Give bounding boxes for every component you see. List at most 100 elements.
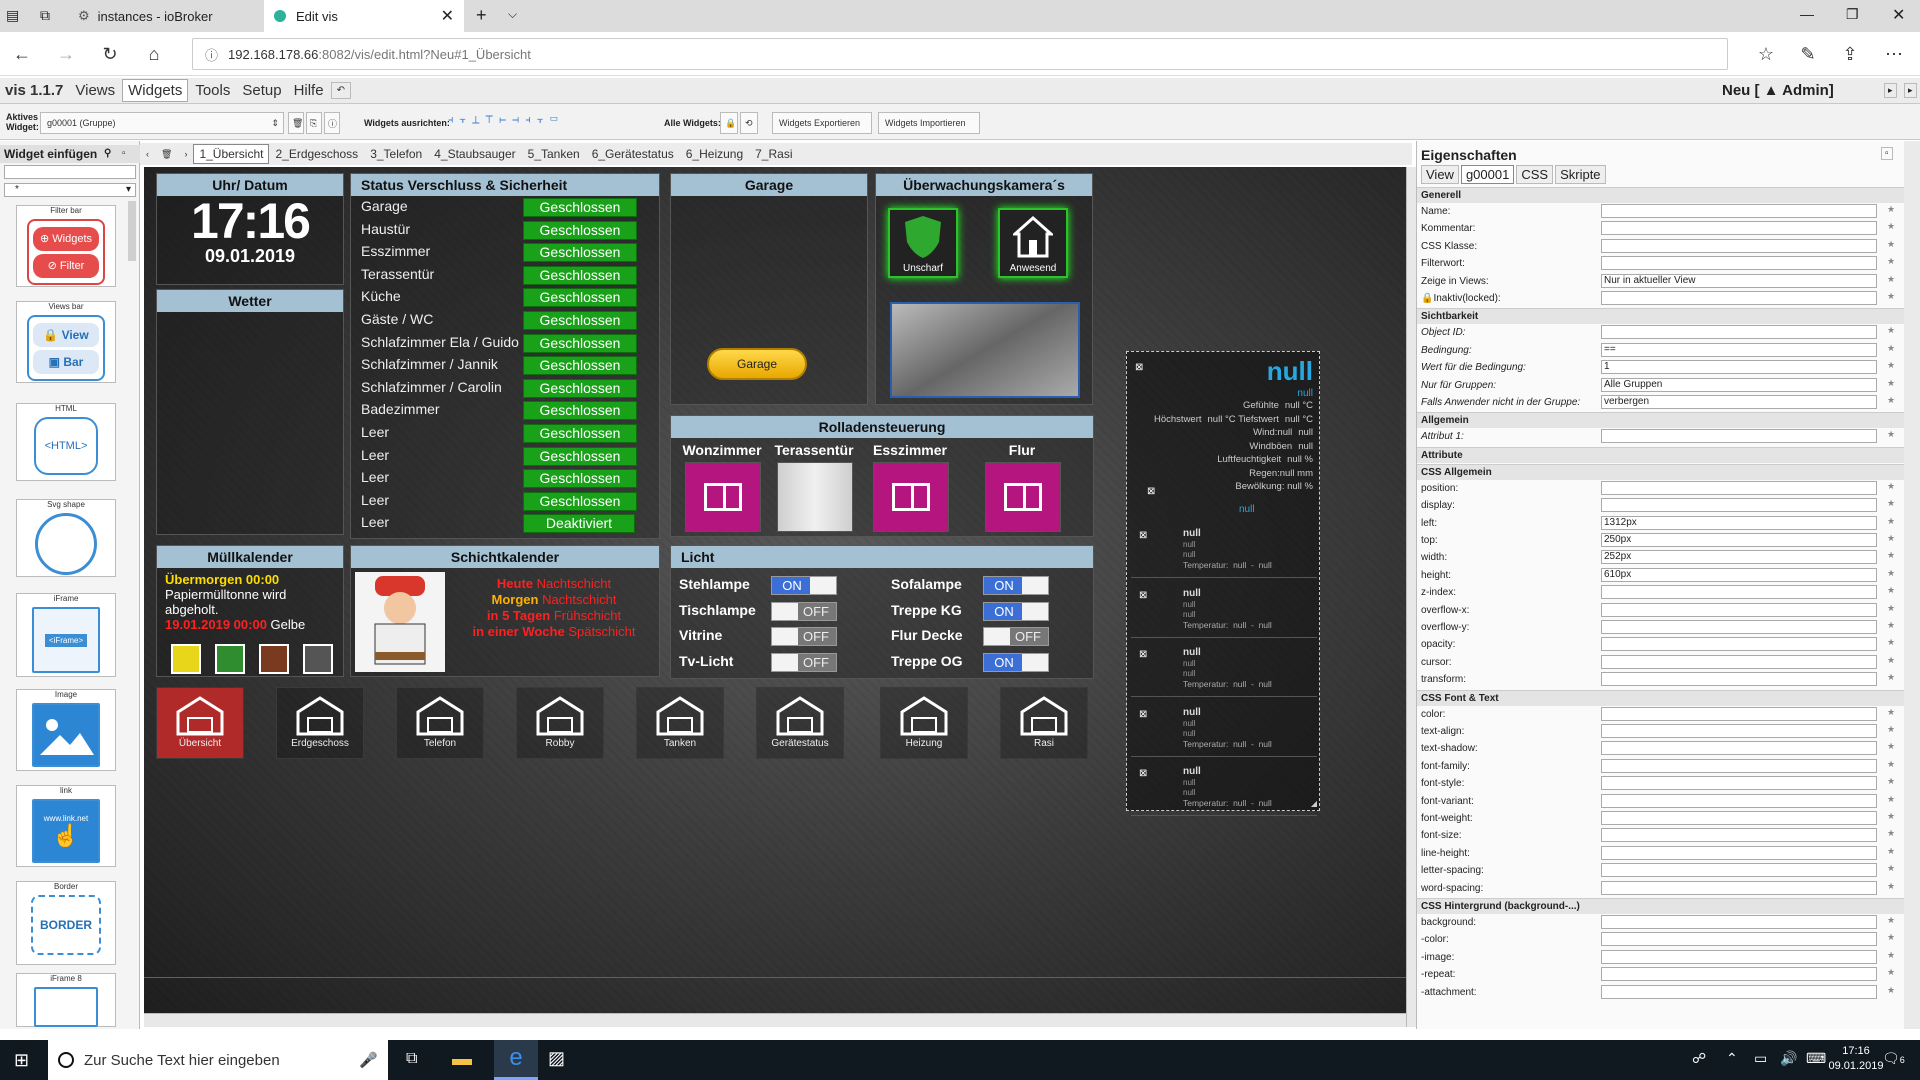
reset-star-icon[interactable]: ★	[1887, 655, 1895, 666]
prop-font-4-input[interactable]	[1601, 776, 1877, 791]
prop-font-2-input[interactable]	[1601, 741, 1877, 756]
prop-bg-3-input[interactable]	[1601, 967, 1877, 982]
delete-widget-icon[interactable]: 🗑	[288, 112, 304, 134]
microphone-icon[interactable]: 🎤	[359, 1051, 378, 1069]
back-icon[interactable]: ←	[6, 38, 38, 70]
reset-star-icon[interactable]: ★	[1887, 950, 1895, 961]
edge-icon[interactable]: e	[494, 1040, 538, 1080]
menu-undo-icon[interactable]: ↶	[330, 82, 351, 99]
widget-card-border[interactable]: Border BORDER	[16, 881, 116, 965]
align-buttons-icon[interactable]: ⫞⫟⊥⊤⊢⊣⫞⫟▭	[448, 114, 644, 132]
menu-widgets[interactable]: Widgets	[122, 79, 189, 102]
lock-all-icon[interactable]: 🔒	[720, 112, 738, 134]
vis-canvas[interactable]: Uhr/ Datum 17:16 09.01.2019 Wetter Statu…	[144, 167, 1408, 1027]
prop-bg-1-input[interactable]	[1601, 932, 1877, 947]
widget-card-views-bar[interactable]: Views bar 🔒 View ▣ Bar	[16, 301, 116, 383]
refresh-icon[interactable]: ↻	[94, 38, 126, 70]
reset-star-icon[interactable]: ★	[1887, 568, 1895, 579]
weather-widget-selected[interactable]: ⊠ null null Gefühlte null °C Höchstwert nul…	[1126, 351, 1320, 816]
nav-button-erdgeschoss[interactable]: Erdgeschoss	[276, 687, 364, 759]
canvas-vscrollbar[interactable]	[1406, 167, 1416, 1027]
prop-gen-1-input[interactable]	[1601, 221, 1877, 236]
reset-star-icon[interactable]: ★	[1887, 585, 1895, 596]
widget-card-filter-bar[interactable]: Filter bar ⊕ Widgets ⊘ Filter	[16, 205, 116, 287]
windows-start-icon[interactable]: ⊞	[14, 1050, 29, 1071]
tab-actions-icon[interactable]: ▤	[6, 7, 19, 24]
import-widgets-button[interactable]: Widgets Importieren	[878, 112, 980, 134]
widget-card-image[interactable]: Image	[16, 689, 116, 771]
palette-filter-select[interactable]: * ▾	[4, 183, 136, 197]
day-close-icon[interactable]: ⊠	[1139, 709, 1147, 720]
light-toggle[interactable]: ON	[983, 576, 1049, 595]
tab-5-tanken[interactable]: 5_Tanken	[522, 144, 586, 164]
reset-star-icon[interactable]: ★	[1887, 603, 1895, 614]
clock-panel[interactable]: Uhr/ Datum 17:16 09.01.2019	[156, 173, 344, 285]
close-tab-icon[interactable]: ✕	[441, 6, 454, 26]
camera-panel[interactable]: Überwachungskamera´s Unscharf Anwesend	[875, 173, 1093, 405]
tab-1-uebersicht[interactable]: 1_Übersicht	[193, 144, 270, 164]
canvas-hscrollbar[interactable]	[144, 1013, 1408, 1027]
palette-collapse-icon[interactable]: ▫	[122, 145, 126, 163]
prop-sicht-0-input[interactable]	[1601, 325, 1877, 340]
props-collapse-icon[interactable]: ▫	[1881, 147, 1893, 160]
reset-star-icon[interactable]: ★	[1887, 533, 1895, 544]
menu-expand-icon[interactable]: ▸	[1904, 83, 1917, 98]
light-toggle[interactable]: ON	[771, 576, 837, 595]
reset-star-icon[interactable]: ★	[1887, 863, 1895, 874]
reset-star-icon[interactable]: ★	[1887, 932, 1895, 943]
prop-font-0-input[interactable]	[1601, 706, 1877, 721]
prop-attr1-input[interactable]	[1601, 429, 1877, 444]
rollo-window-button[interactable]	[985, 462, 1061, 532]
reset-star-icon[interactable]: ★	[1887, 256, 1895, 267]
tray-chevron-icon[interactable]: ⌃	[1726, 1050, 1738, 1067]
props-scrollbar[interactable]	[1904, 141, 1920, 1029]
prop-gen-4-input[interactable]: Nur in aktueller View	[1601, 273, 1877, 288]
photos-icon[interactable]: ▨	[548, 1048, 565, 1069]
day-close-icon[interactable]: ⊠	[1139, 590, 1147, 601]
light-toggle[interactable]: ON	[983, 601, 1049, 621]
window-close-icon[interactable]: ✕	[1892, 5, 1905, 25]
prop-css-2-input[interactable]: 1312px	[1601, 515, 1877, 530]
tab-7-rasi[interactable]: 7_Rasi	[749, 144, 798, 164]
weather-panel[interactable]: Wetter	[156, 289, 344, 535]
props-tab-skripte[interactable]: Skripte	[1555, 165, 1606, 184]
garage-button[interactable]: Garage	[707, 348, 807, 380]
unscharf-button[interactable]: Unscharf	[888, 208, 958, 278]
reset-star-icon[interactable]: ★	[1887, 274, 1895, 285]
light-toggle[interactable]: ON	[983, 652, 1049, 672]
prop-font-9-input[interactable]	[1601, 863, 1877, 878]
prop-css-0-input[interactable]	[1601, 480, 1877, 495]
reset-star-icon[interactable]: ★	[1887, 776, 1895, 787]
reset-star-icon[interactable]: ★	[1887, 620, 1895, 631]
reset-star-icon[interactable]: ★	[1887, 707, 1895, 718]
garage-panel[interactable]: Garage Garage	[670, 173, 868, 405]
reset-star-icon[interactable]: ★	[1887, 672, 1895, 683]
reset-star-icon[interactable]: ★	[1887, 794, 1895, 805]
prop-font-6-input[interactable]	[1601, 811, 1877, 825]
tab-4-staubsauger[interactable]: 4_Staubsauger	[428, 144, 521, 164]
weather-mid-close-icon[interactable]: ⊠	[1147, 486, 1155, 497]
menu-tools[interactable]: Tools	[190, 80, 235, 101]
reset-star-icon[interactable]: ★	[1887, 741, 1895, 752]
prop-css-4-input[interactable]: 252px	[1601, 550, 1877, 565]
prop-css-1-input[interactable]	[1601, 498, 1877, 513]
prop-font-3-input[interactable]	[1601, 758, 1877, 773]
minimize-icon[interactable]: —	[1800, 6, 1814, 22]
reset-star-icon[interactable]: ★	[1887, 481, 1895, 492]
reset-star-icon[interactable]: ★	[1887, 360, 1895, 371]
prop-font-5-input[interactable]	[1601, 793, 1877, 808]
address-bar[interactable]: ⓘ 192.168.178.66:8082/vis/edit.html?Neu#…	[192, 38, 1728, 70]
volume-icon[interactable]: 🔊	[1780, 1050, 1797, 1067]
reset-star-icon[interactable]: ★	[1887, 498, 1895, 509]
view-tabs-delete-icon[interactable]: 🗑	[155, 146, 178, 163]
props-tab-css[interactable]: CSS	[1516, 165, 1554, 184]
prop-css-3-input[interactable]: 250px	[1601, 533, 1877, 547]
nav-button-gerätestatus[interactable]: Gerätestatus	[756, 687, 844, 759]
prop-sicht-2-input[interactable]: 1	[1601, 360, 1877, 375]
reset-star-icon[interactable]: ★	[1887, 550, 1895, 561]
prop-sicht-1-input[interactable]: ==	[1601, 342, 1877, 357]
anwesend-button[interactable]: Anwesend	[998, 208, 1068, 278]
prop-bg-4-input[interactable]	[1601, 984, 1877, 999]
palette-search-input[interactable]	[4, 165, 136, 179]
prop-bg-0-input[interactable]	[1601, 915, 1877, 929]
